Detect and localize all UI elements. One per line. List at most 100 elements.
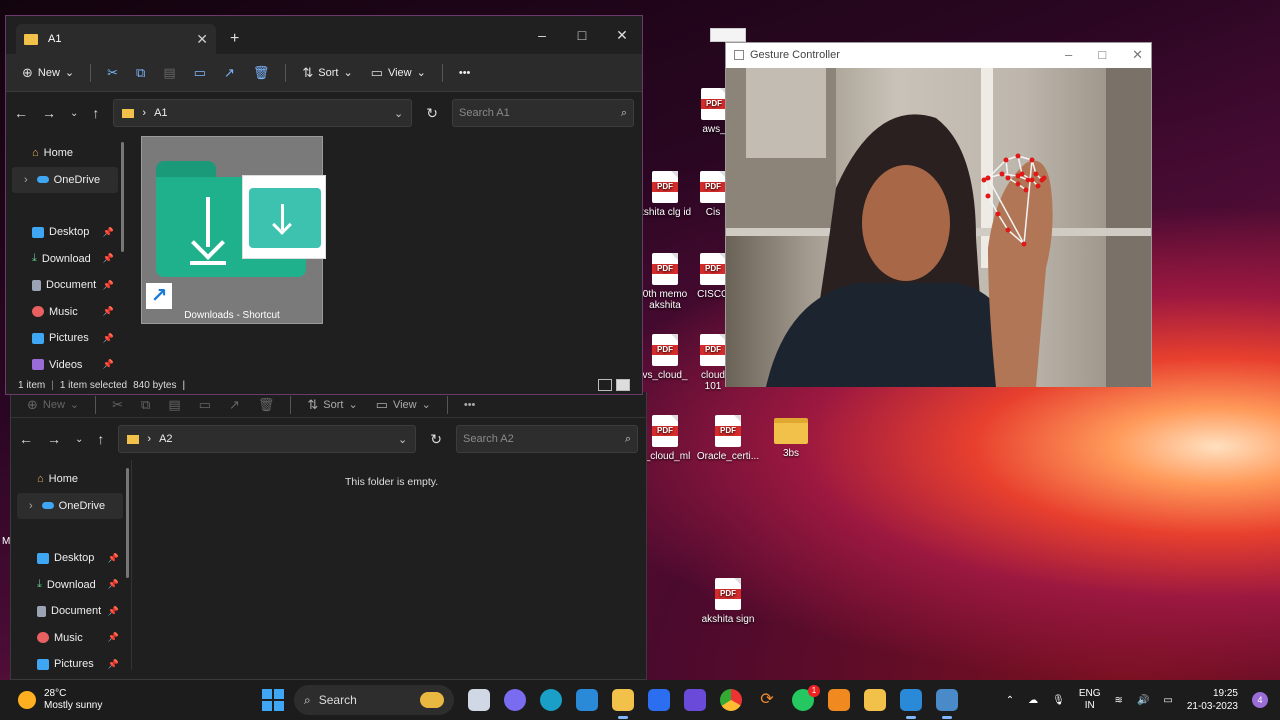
sidebar-item-onedrive[interactable]: › OneDrive <box>17 492 123 519</box>
sidebar-item-download[interactable]: ⤓ Download 📌 <box>6 246 126 273</box>
refresh-icon[interactable]: ↻ <box>426 105 438 122</box>
close-icon[interactable]: ✕ <box>602 27 642 44</box>
battery-icon[interactable]: ▭ <box>1163 695 1172 706</box>
new-tab-button[interactable]: + <box>230 30 239 48</box>
sublime-icon[interactable] <box>828 689 850 711</box>
delete-button[interactable]: 🗑 <box>247 61 276 85</box>
address-bar[interactable]: › A2 ⌄ <box>118 425 417 453</box>
maximize-icon[interactable]: □ <box>1098 47 1106 63</box>
sidebar-item-pictures[interactable]: Pictures 📌 <box>11 651 131 678</box>
address-bar[interactable]: › A1 ⌄ <box>113 99 413 127</box>
search-input[interactable]: Search A1 ⌕ <box>452 99 634 127</box>
sidebar-item-home[interactable]: ⌂ Home <box>6 140 126 167</box>
forward-arrow-icon[interactable]: → <box>42 105 56 121</box>
start-button[interactable] <box>262 689 284 711</box>
cut-button[interactable]: ✂ <box>106 393 129 417</box>
copilot-icon[interactable] <box>684 689 706 711</box>
more-options-button[interactable]: ••• <box>453 63 477 83</box>
delete-button[interactable]: 🗑 <box>252 393 281 417</box>
sidebar-item-desktop[interactable]: Desktop 📌 <box>11 545 131 572</box>
sidebar-item-music[interactable]: Music 📌 <box>11 625 131 652</box>
chevron-down-icon[interactable]: ⌄ <box>398 433 407 446</box>
recent-chevron-icon[interactable]: ⌄ <box>70 108 78 119</box>
sidebar-item-onedrive[interactable]: › OneDrive <box>12 166 118 193</box>
mail-icon[interactable] <box>576 689 598 711</box>
view-button[interactable]: ▭ View ⌄ <box>365 61 432 85</box>
weather-widget[interactable]: 28°C Mostly sunny <box>0 688 240 712</box>
desktop-icon-akshita-sign[interactable]: PDF akshita sign <box>693 578 763 625</box>
file-list-area[interactable]: This folder is empty. <box>131 460 646 670</box>
desktop-icon-oracle[interactable]: PDF Oracle_certi... <box>693 415 763 462</box>
powerbi-icon[interactable] <box>864 689 886 711</box>
sort-button[interactable]: ⇅ Sort ⌄ <box>301 393 363 417</box>
scrollbar[interactable] <box>121 142 124 252</box>
cut-button[interactable]: ✂ <box>101 61 124 85</box>
taskbar-search[interactable]: ⌕ Search <box>294 685 454 715</box>
share-button[interactable]: ↗ <box>218 61 241 85</box>
wifi-icon[interactable]: ≋ <box>1115 695 1123 706</box>
chevron-down-icon[interactable]: ⌄ <box>394 107 403 120</box>
sidebar-item-pictures[interactable]: Pictures 📌 <box>6 325 126 352</box>
file-item-downloads-shortcut[interactable]: ↗ Downloads - Shortcut <box>141 136 326 324</box>
refresh-icon[interactable]: ↻ <box>430 431 442 448</box>
edge-icon[interactable] <box>540 689 562 711</box>
pdf-file-icon: PDF <box>652 415 678 447</box>
minimize-icon[interactable]: – <box>522 27 562 44</box>
maximize-icon[interactable]: □ <box>562 27 602 44</box>
sync-icon[interactable]: ⟳ <box>756 689 778 711</box>
new-button[interactable]: ⊕ New ⌄ <box>21 393 85 417</box>
language-indicator[interactable]: ENG IN <box>1079 688 1101 712</box>
vscode-icon[interactable] <box>900 689 922 719</box>
recent-chevron-icon[interactable]: ⌄ <box>75 434 83 445</box>
rename-button[interactable]: ▭ <box>188 61 212 85</box>
task-view-icon[interactable] <box>468 689 490 711</box>
more-options-button[interactable]: ••• <box>458 395 482 415</box>
sidebar-item-videos[interactable]: Videos 📌 <box>6 352 126 379</box>
sidebar-item-download[interactable]: ⤓ Download 📌 <box>11 572 131 599</box>
close-icon[interactable]: ✕ <box>1132 47 1143 63</box>
share-button[interactable]: ↗ <box>223 393 246 417</box>
whatsapp-icon[interactable]: 1 <box>792 685 820 711</box>
clock[interactable]: 19:25 21-03-2023 <box>1187 687 1238 713</box>
view-button[interactable]: ▭ View ⌄ <box>370 393 437 417</box>
rename-button[interactable]: ▭ <box>193 393 217 417</box>
copy-button[interactable]: ⧉ <box>130 61 151 85</box>
file-list-area[interactable]: ↗ Downloads - Shortcut <box>126 134 642 374</box>
tab-a1[interactable]: A1 ✕ <box>16 24 216 54</box>
microphone-icon[interactable]: 🎙 <box>1052 695 1065 706</box>
sidebar-item-desktop[interactable]: Desktop 📌 <box>6 219 126 246</box>
details-view-icon[interactable] <box>598 379 612 391</box>
forward-arrow-icon[interactable]: → <box>47 431 61 447</box>
landmark-point <box>1019 171 1025 177</box>
sort-button[interactable]: ⇅ Sort ⌄ <box>296 61 358 85</box>
sidebar-item-document[interactable]: Document 📌 <box>6 272 126 299</box>
chrome-icon[interactable] <box>720 689 742 711</box>
desktop-small-thumbnail[interactable] <box>710 28 746 42</box>
python-app-icon[interactable] <box>936 689 958 719</box>
pdf-file-icon: PDF <box>700 253 726 285</box>
paste-button[interactable]: ▤ <box>157 61 181 85</box>
volume-icon[interactable]: 🔊 <box>1137 695 1149 706</box>
dropbox-icon[interactable] <box>648 689 670 711</box>
sidebar-item-document[interactable]: Document 📌 <box>11 598 131 625</box>
scrollbar[interactable] <box>126 468 129 578</box>
copy-button[interactable]: ⧉ <box>135 393 156 417</box>
notification-count[interactable]: 4 <box>1252 692 1268 708</box>
sidebar-item-home[interactable]: ⌂ Home <box>11 466 131 493</box>
close-tab-icon[interactable]: ✕ <box>196 31 208 48</box>
chevron-up-icon[interactable]: ⌃ <box>1006 695 1014 706</box>
minimize-icon[interactable]: – <box>1065 47 1072 63</box>
back-arrow-icon[interactable]: ← <box>14 105 28 121</box>
file-explorer-icon[interactable] <box>612 689 634 719</box>
up-arrow-icon[interactable]: ↑ <box>92 105 99 121</box>
up-arrow-icon[interactable]: ↑ <box>97 431 104 447</box>
teams-chat-icon[interactable] <box>504 689 526 711</box>
search-input[interactable]: Search A2 ⌕ <box>456 425 638 453</box>
new-button[interactable]: ⊕ New ⌄ <box>16 61 80 85</box>
tiles-view-icon[interactable] <box>616 379 630 391</box>
desktop-icon-3bs[interactable]: 3bs <box>756 418 826 459</box>
back-arrow-icon[interactable]: ← <box>19 431 33 447</box>
cloud-icon[interactable]: ☁ <box>1028 695 1038 706</box>
sidebar-item-music[interactable]: Music 📌 <box>6 299 126 326</box>
paste-button[interactable]: ▤ <box>162 393 186 417</box>
